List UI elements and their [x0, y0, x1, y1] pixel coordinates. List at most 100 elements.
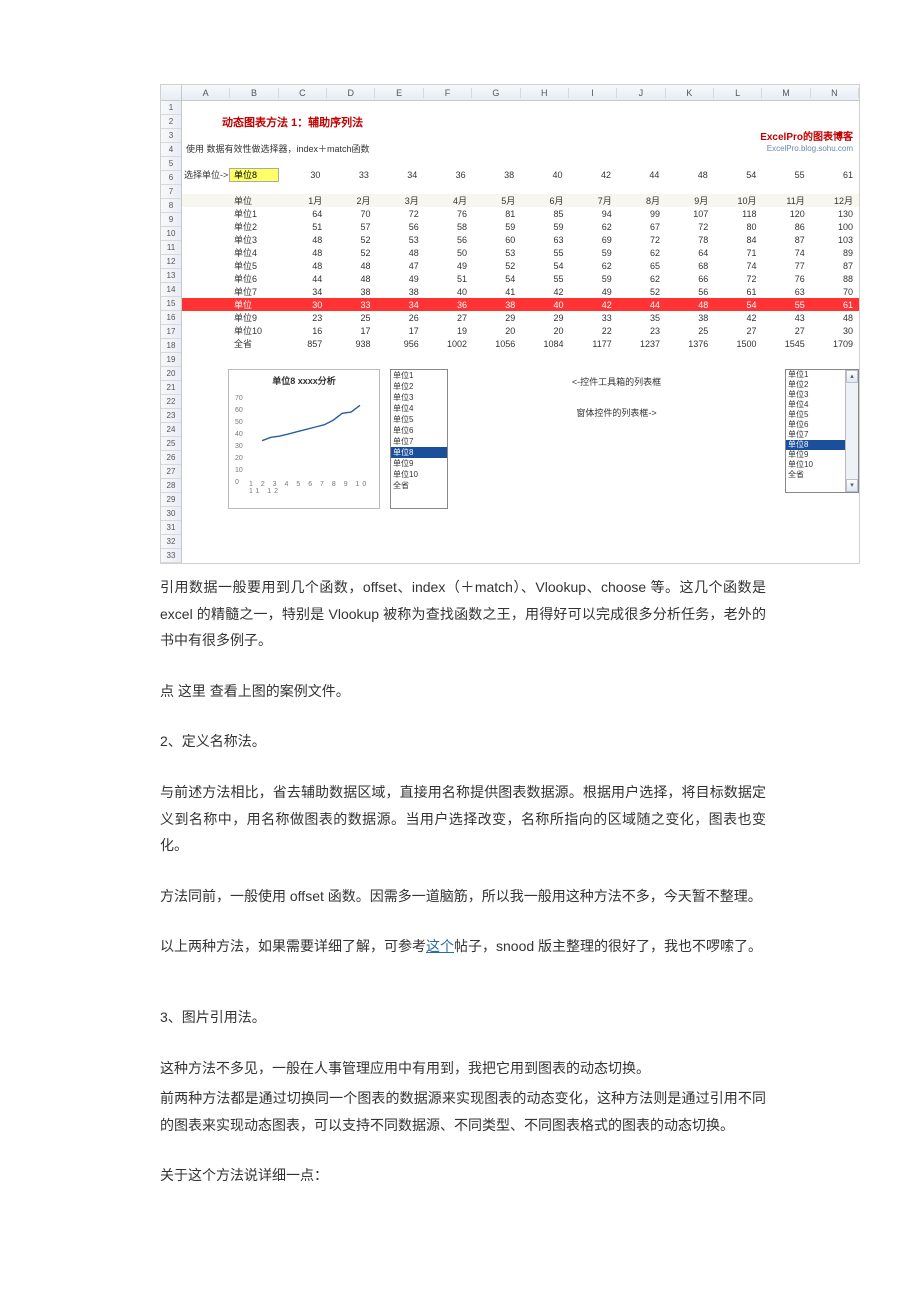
listbox-controls-toolbox[interactable]: 单位1单位2单位3单位4单位5单位6单位7单位8单位9单位10全省 — [390, 369, 448, 509]
data-cell: 56 — [425, 235, 473, 245]
row-header-27[interactable]: 27 — [161, 465, 181, 479]
data-cell: 25 — [328, 313, 376, 323]
data-cell: 938 — [328, 339, 376, 349]
col-header-I[interactable]: I — [569, 88, 617, 98]
data-cell: 17 — [377, 326, 425, 336]
row-header-8[interactable]: 8 — [161, 199, 181, 213]
data-cell: 26 — [377, 313, 425, 323]
row-header-26[interactable]: 26 — [161, 451, 181, 465]
col-header-E[interactable]: E — [375, 88, 423, 98]
data-cell: 1002 — [425, 339, 473, 349]
choose-value-cell: 36 — [423, 170, 471, 180]
data-cell: 38 — [328, 287, 376, 297]
col-header-L[interactable]: L — [714, 88, 762, 98]
row-header-29[interactable]: 29 — [161, 493, 181, 507]
list-item[interactable]: 单位9 — [391, 458, 447, 469]
list-item[interactable]: 单位4 — [391, 403, 447, 414]
row-header-18[interactable]: 18 — [161, 339, 181, 353]
row-header-4[interactable]: 4 — [161, 143, 181, 157]
col-header-A[interactable]: A — [182, 88, 230, 98]
row-header-16[interactable]: 16 — [161, 311, 181, 325]
data-cell: 84 — [714, 235, 762, 245]
list-item[interactable]: 单位8 — [391, 447, 447, 458]
row-header-14[interactable]: 14 — [161, 283, 181, 297]
unit-name-cell: 单位10 — [228, 324, 280, 337]
unit-selector[interactable]: 单位8 — [230, 169, 278, 181]
scroll-down-icon[interactable]: ▾ — [846, 479, 858, 492]
row-header-21[interactable]: 21 — [161, 381, 181, 395]
row-header-20[interactable]: 20 — [161, 367, 181, 381]
list-item[interactable]: 单位3 — [391, 392, 447, 403]
col-header-N[interactable]: N — [811, 88, 859, 98]
row-header-5[interactable]: 5 — [161, 157, 181, 171]
row-header-7[interactable]: 7 — [161, 185, 181, 199]
y-tick: 70 — [235, 395, 243, 402]
table-row: 单位9232526272929333538424348 — [182, 311, 859, 324]
row-header-15[interactable]: 15 — [161, 297, 181, 311]
choose-label: 选择单位-> — [182, 168, 230, 181]
row-header-17[interactable]: 17 — [161, 325, 181, 339]
col-header-F[interactable]: F — [424, 88, 472, 98]
list-item[interactable]: 单位1 — [391, 370, 447, 381]
data-cell: 857 — [280, 339, 328, 349]
list-item[interactable]: 全省 — [391, 480, 447, 491]
data-cell: 52 — [618, 287, 666, 297]
row-header-2[interactable]: 2 — [161, 115, 181, 129]
col-header-B[interactable]: B — [230, 88, 278, 98]
row-header-1[interactable]: 1 — [161, 101, 181, 115]
row-header-9[interactable]: 9 — [161, 213, 181, 227]
table-row: 单位7343838404142495256616370 — [182, 285, 859, 298]
y-tick: 40 — [235, 431, 243, 438]
unit-name-cell: 单位6 — [228, 272, 280, 285]
data-cell: 48 — [328, 261, 376, 271]
scrollbar[interactable]: ▴ ▾ — [845, 370, 858, 492]
data-cell: 30 — [811, 326, 859, 336]
data-cell: 72 — [714, 274, 762, 284]
scroll-up-icon[interactable]: ▴ — [846, 370, 858, 383]
row-header-13[interactable]: 13 — [161, 269, 181, 283]
select-all-corner[interactable] — [161, 85, 182, 100]
col-header-J[interactable]: J — [617, 88, 665, 98]
row-header-19[interactable]: 19 — [161, 353, 181, 367]
row-header-31[interactable]: 31 — [161, 521, 181, 535]
col-header-K[interactable]: K — [666, 88, 714, 98]
list-item[interactable]: 单位7 — [391, 436, 447, 447]
row-header-11[interactable]: 11 — [161, 241, 181, 255]
row-header-12[interactable]: 12 — [161, 255, 181, 269]
data-cell: 103 — [811, 235, 859, 245]
row-header-33[interactable]: 33 — [161, 549, 181, 563]
data-cell: 107 — [666, 209, 714, 219]
data-cell: 66 — [666, 274, 714, 284]
row-header-10[interactable]: 10 — [161, 227, 181, 241]
choose-value-cell: 44 — [617, 170, 665, 180]
row-header-28[interactable]: 28 — [161, 479, 181, 493]
data-cell: 52 — [328, 235, 376, 245]
list-item[interactable]: 单位10 — [391, 469, 447, 480]
link-this-post[interactable]: 这个 — [426, 938, 454, 954]
unit-name-cell: 单位2 — [228, 220, 280, 233]
col-header-G[interactable]: G — [472, 88, 520, 98]
data-cell: 76 — [425, 209, 473, 219]
row-header-30[interactable]: 30 — [161, 507, 181, 521]
data-cell: 77 — [763, 261, 811, 271]
months-head-label: 单位 — [228, 194, 280, 207]
row-header-3[interactable]: 3 — [161, 129, 181, 143]
col-header-M[interactable]: M — [762, 88, 810, 98]
col-header-D[interactable]: D — [327, 88, 375, 98]
list-item[interactable]: 单位5 — [391, 414, 447, 425]
data-cell: 40 — [521, 300, 569, 310]
row-header-25[interactable]: 25 — [161, 437, 181, 451]
list-item[interactable]: 单位2 — [391, 381, 447, 392]
list-item[interactable]: 单位6 — [391, 425, 447, 436]
table-row: 单位10161717192020222325272730 — [182, 324, 859, 337]
row-header-6[interactable]: 6 — [161, 171, 181, 185]
listbox-forms[interactable]: ▴ ▾ 单位1单位2单位3单位4单位5单位6单位7单位8单位9单位10全省 — [785, 369, 859, 493]
row-header-32[interactable]: 32 — [161, 535, 181, 549]
row-header-23[interactable]: 23 — [161, 409, 181, 423]
col-header-C[interactable]: C — [279, 88, 327, 98]
row-header-24[interactable]: 24 — [161, 423, 181, 437]
data-cell: 59 — [473, 222, 521, 232]
row-header-22[interactable]: 22 — [161, 395, 181, 409]
col-header-H[interactable]: H — [521, 88, 569, 98]
data-cell: 54 — [473, 274, 521, 284]
